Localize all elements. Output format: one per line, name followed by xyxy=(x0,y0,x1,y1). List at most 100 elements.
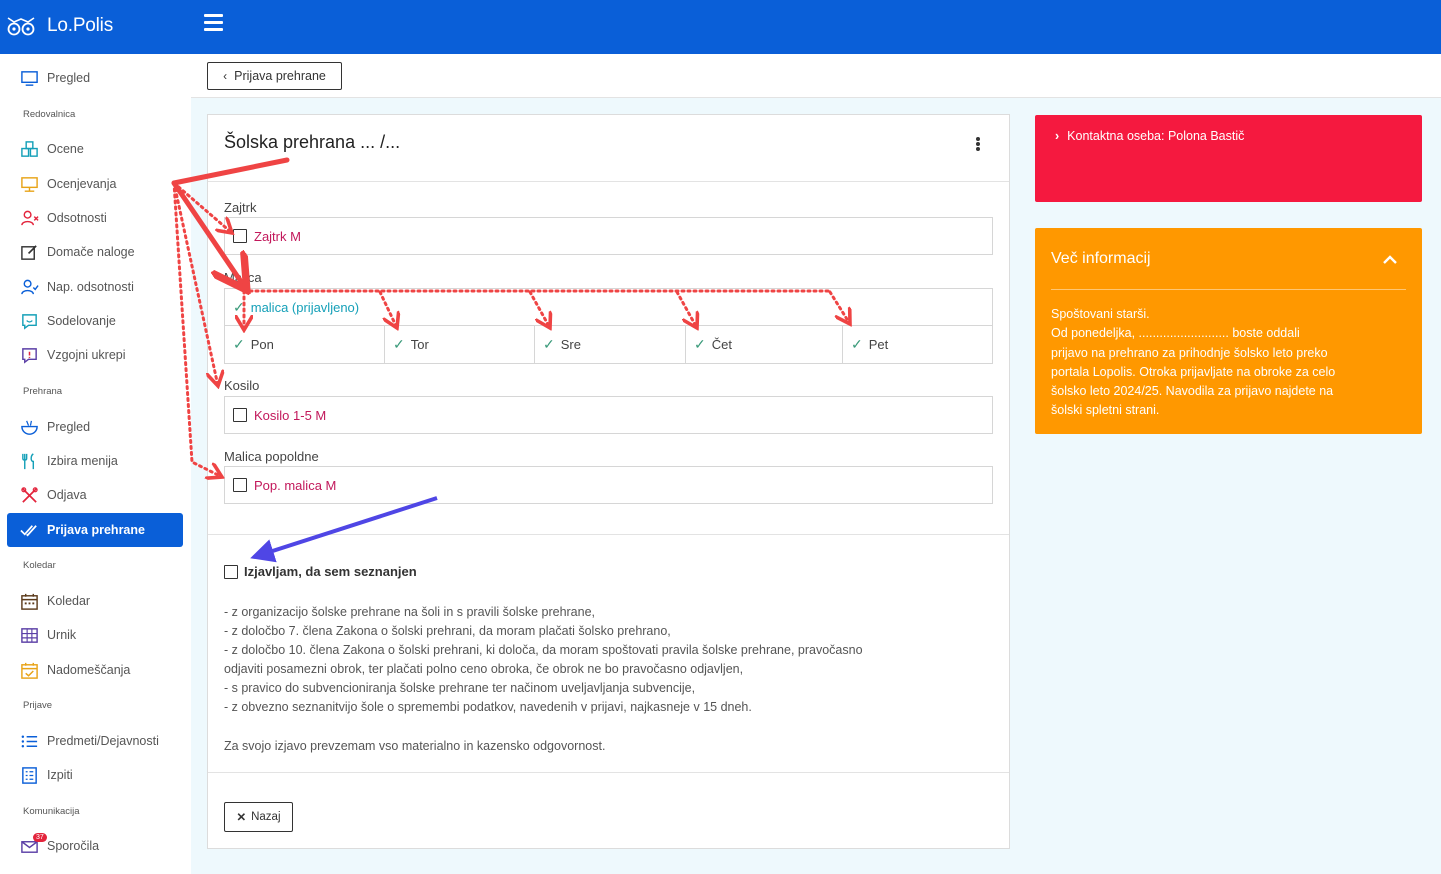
no-utensils-icon xyxy=(21,486,38,503)
meal-option-malica-popoldne[interactable]: Pop. malica M xyxy=(224,466,993,504)
sidebar-item-pregled-prehrana[interactable]: Pregled xyxy=(0,412,191,442)
contact-person-toggle[interactable]: › Kontaktna oseba: Polona Bastič xyxy=(1055,129,1244,143)
sidebar-item-label: Izbira menija xyxy=(47,454,118,468)
divider xyxy=(1051,289,1406,290)
owl-logo-icon xyxy=(7,17,35,36)
sidebar-item-label: Nap. odsotnosti xyxy=(47,280,134,294)
sidebar-item-sodelovanje[interactable]: Sodelovanje xyxy=(0,306,191,336)
chat-icon xyxy=(22,313,37,330)
more-info-panel: Več informacij Spoštovani starši. Od pon… xyxy=(1035,228,1422,434)
sidebar-item-label: Predmeti/Dejavnosti xyxy=(47,734,159,748)
check-icon: ✓ xyxy=(543,336,555,352)
day-pet[interactable]: ✓ Pet xyxy=(843,326,992,363)
declaration-line: - s pravico do subvencioniranja šolske p… xyxy=(224,681,696,695)
sidebar-item-izbira-menija[interactable]: Izbira menija xyxy=(0,446,191,476)
chevron-right-icon: › xyxy=(1055,129,1060,143)
day-tor[interactable]: ✓ Tor xyxy=(385,326,535,363)
day-cet[interactable]: ✓ Čet xyxy=(686,326,843,363)
checkbox[interactable] xyxy=(233,478,247,492)
nazaj-button[interactable]: ✕ Nazaj xyxy=(224,802,293,832)
check-icon: ✓ xyxy=(233,298,245,315)
back-button-label: Prijava prehrane xyxy=(234,69,326,83)
brand[interactable]: Lo.Polis xyxy=(6,12,113,40)
chevron-up-icon[interactable] xyxy=(1380,250,1400,270)
check-icon: ✓ xyxy=(694,336,706,352)
sidebar-item-label: Sodelovanje xyxy=(47,314,116,328)
sidebar-item-label: Odsotnosti xyxy=(47,211,107,225)
sidebar-item-label: Prijava prehrane xyxy=(47,523,145,537)
day-label: Pet xyxy=(868,337,889,352)
edit-icon xyxy=(21,244,37,260)
sidebar-item-izpiti[interactable]: Izpiti xyxy=(0,760,191,790)
sidebar-item-odjava[interactable]: Odjava xyxy=(0,480,191,510)
declaration-line: - z organizacijo šolske prehrane na šoli… xyxy=(224,605,596,619)
checkbox[interactable] xyxy=(233,408,247,422)
sidebar-item-nadomescanja[interactable]: Nadomeščanja xyxy=(0,655,191,685)
card-header: Šolska prehrana ... /... xyxy=(208,115,1009,182)
sidebar-item-odsotnosti[interactable]: Odsotnosti xyxy=(0,203,191,233)
more-info-body: Spoštovani starši. Od ponedeljka, ......… xyxy=(1051,305,1396,421)
sidebar-item-urnik[interactable]: Urnik xyxy=(0,620,191,650)
meal-option-zajtrk[interactable]: Zajtrk M xyxy=(224,217,993,255)
more-info-title: Več informacij xyxy=(1051,250,1151,267)
menu-toggle-icon[interactable] xyxy=(204,14,224,32)
sidebar-item-pregled[interactable]: Pregled xyxy=(0,63,191,93)
sidebar-item-label: Domače naloge xyxy=(47,245,135,259)
consent-checkbox[interactable]: Izjavljam, da sem seznanjen xyxy=(224,564,417,579)
sidebar-item-predmeti-dejavnosti[interactable]: Predmeti/Dejavnosti xyxy=(0,726,191,756)
weekday-selector: ✓ Pon ✓ Tor ✓ Sre ✓ Čet ✓ Pet xyxy=(224,326,993,364)
sidebar-item-label: Odjava xyxy=(47,488,87,502)
sidebar-section-title: Prijave xyxy=(23,700,53,711)
day-sre[interactable]: ✓ Sre xyxy=(535,326,686,363)
app-name: Lo.Polis xyxy=(47,15,113,36)
meal-label-kosilo: Kosilo xyxy=(224,378,260,393)
close-icon: ✕ xyxy=(236,812,247,824)
sidebar-item-label: Nadomeščanja xyxy=(47,663,131,677)
sidebar-item-label: Ocene xyxy=(47,142,84,156)
consent-label: Izjavljam, da sem seznanjen xyxy=(244,564,417,579)
sidebar-item-prijava-prehrane[interactable]: Prijava prehrane xyxy=(7,513,183,547)
declaration-line: - z določbo 10. člena Zakona o šolski pr… xyxy=(224,643,863,657)
info-line: šolski spletni strani. xyxy=(1051,403,1160,418)
double-check-icon xyxy=(20,524,37,536)
sidebar-item-nap-odsotnosti[interactable]: Nap. odsotnosti xyxy=(0,272,191,302)
info-line: šolsko leto 2024/25. Navodila za prijavo… xyxy=(1051,384,1334,399)
day-pon[interactable]: ✓ Pon xyxy=(225,326,385,363)
declaration-line: - z obvezno seznanitvijo šole o sprememb… xyxy=(224,700,752,714)
sidebar-item-label: Ocenjevanja xyxy=(47,177,117,191)
top-bar: Lo.Polis xyxy=(0,0,1441,54)
sidebar-item-ocenjevanja[interactable]: Ocenjevanja xyxy=(0,169,191,199)
meal-option-label: Pop. malica M xyxy=(254,477,337,493)
contact-person-label: Kontaktna oseba: Polona Bastič xyxy=(1067,129,1245,143)
meal-label-malica-popoldne: Malica popoldne xyxy=(224,449,319,464)
sidebar-item-domace-naloge[interactable]: Domače naloge xyxy=(0,237,191,267)
divider xyxy=(208,772,1009,773)
meal-option-malica[interactable]: ✓ malica (prijavljeno) xyxy=(224,288,993,326)
back-to-prijava-prehrane-button[interactable]: ‹ Prijava prehrane xyxy=(207,62,342,90)
calendar-check-icon xyxy=(21,662,38,679)
nazaj-button-label: Nazaj xyxy=(251,811,281,823)
checkbox[interactable] xyxy=(233,229,247,243)
more-options-icon[interactable] xyxy=(975,137,981,153)
sidebar-item-label: Pregled xyxy=(47,71,91,85)
chevron-left-icon: ‹ xyxy=(223,69,228,83)
sidebar-item-vzgojni-ukrepi[interactable]: Vzgojni ukrepi xyxy=(0,340,191,370)
check-icon: ✓ xyxy=(233,336,245,352)
meal-option-kosilo[interactable]: Kosilo 1-5 M xyxy=(224,396,993,434)
checkbox[interactable] xyxy=(224,564,238,579)
calendar-icon xyxy=(21,593,38,610)
check-icon: ✓ xyxy=(851,336,863,352)
checklist-icon xyxy=(22,766,37,784)
info-line: prijavo na prehrano za prihodnje šolsko … xyxy=(1051,345,1328,360)
sidebar-item-koledar[interactable]: Koledar xyxy=(0,586,191,616)
user-x-icon xyxy=(21,210,39,225)
info-line: Spoštovani starši. xyxy=(1051,307,1150,321)
monitor-icon xyxy=(21,70,38,86)
sidebar-item-sporocila[interactable]: 37 Sporočila xyxy=(0,831,191,861)
sidebar-item-ocene[interactable]: Ocene xyxy=(0,134,191,164)
meal-option-label: Kosilo 1-5 M xyxy=(254,407,327,423)
sidebar-section-title: Redovalnica xyxy=(23,109,76,120)
blocks-icon xyxy=(21,140,38,157)
unread-count-badge: 37 xyxy=(33,833,47,842)
meal-label-zajtrk: Zajtrk xyxy=(224,200,257,215)
